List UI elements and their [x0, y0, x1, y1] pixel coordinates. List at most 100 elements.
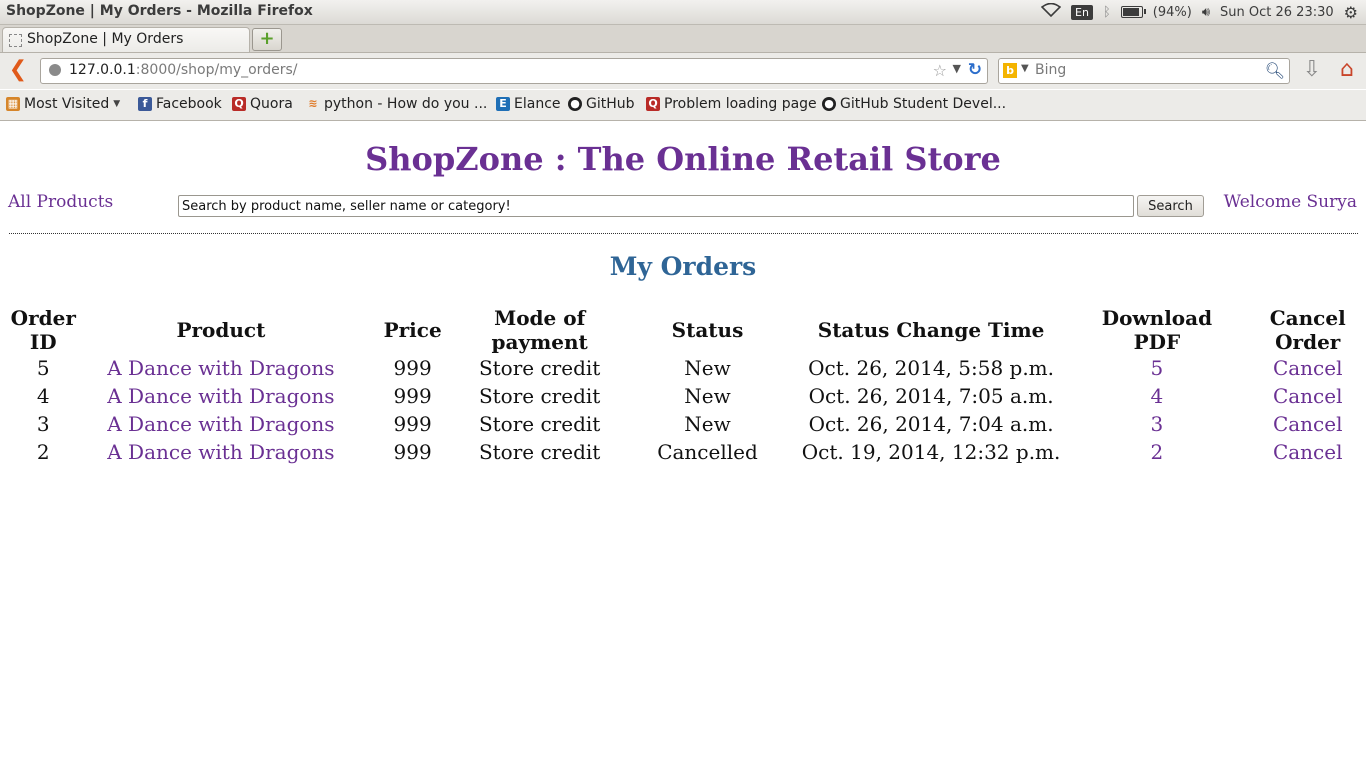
- pdf-cell: 3: [1060, 410, 1253, 438]
- welcome-user-link[interactable]: Welcome Surya: [1224, 192, 1357, 212]
- page-heading: My Orders: [609, 252, 757, 281]
- header-price: Price: [383, 318, 442, 342]
- site-identity-icon[interactable]: [49, 64, 61, 76]
- page-favicon-icon: [9, 34, 22, 47]
- bookmarks-toolbar: ▦ Most Visited ▼ f Facebook Q Quora ≋ python - H…: [0, 90, 1366, 121]
- cancel-order-link[interactable]: Cancel: [1273, 440, 1343, 464]
- back-button[interactable]: ❮: [6, 59, 30, 83]
- search-engine-dropdown-icon[interactable]: ▼: [1021, 63, 1029, 74]
- tab-strip: ShopZone | My Orders +: [0, 25, 1366, 53]
- bookmark-item[interactable]: f Facebook: [138, 96, 222, 112]
- bookmark-item[interactable]: ● GitHub Student Devel...: [822, 96, 1006, 112]
- payment-mode-cell: Store credit: [478, 384, 601, 408]
- payment-mode-cell: Store credit: [478, 412, 601, 436]
- cancel-cell: Cancel: [1253, 354, 1362, 382]
- power-gear-icon[interactable]: ⚙: [1344, 3, 1358, 22]
- url-history-dropdown-icon[interactable]: ▼: [953, 62, 961, 75]
- bing-engine-icon[interactable]: b: [1003, 63, 1017, 78]
- window-titlebar: ShopZone | My Orders - Mozilla Firefox E…: [0, 0, 1366, 25]
- address-bar[interactable]: 127.0.0.1:8000/shop/my_orders/ ☆ ▼ ↻: [40, 58, 988, 84]
- battery-icon[interactable]: [1120, 6, 1146, 18]
- search-icon[interactable]: 🔍︎: [1265, 61, 1285, 80]
- price-cell: 999: [393, 440, 432, 464]
- downloads-button[interactable]: ⇩: [1300, 59, 1324, 83]
- table-row: 4 A Dance with Dragons 999 Store credit …: [4, 382, 1362, 410]
- stackoverflow-icon: ≋: [308, 97, 318, 110]
- facebook-icon: f: [138, 97, 152, 111]
- bookmark-item[interactable]: Q Problem loading page: [646, 96, 817, 112]
- bookmark-item[interactable]: ▦ Most Visited ▼: [6, 96, 120, 112]
- elance-icon: E: [496, 97, 510, 111]
- cancel-cell: Cancel: [1253, 410, 1362, 438]
- home-button[interactable]: ⌂: [1334, 58, 1360, 84]
- download-arrow-icon: ⇩: [1302, 57, 1322, 82]
- orders-table: Order ID Product Price Mode of payment Sta…: [4, 306, 1362, 466]
- url-host: 127.0.0.1: [69, 62, 136, 78]
- bookmark-star-icon[interactable]: ☆: [933, 61, 947, 80]
- download-pdf-link[interactable]: 3: [1151, 412, 1164, 436]
- bookmark-item[interactable]: ≋ python - How do you ...: [306, 96, 487, 112]
- status-cell: New: [684, 412, 731, 436]
- product-search-input[interactable]: [178, 195, 1134, 217]
- clock[interactable]: Sun Oct 26 23:30: [1220, 5, 1334, 20]
- volume-icon[interactable]: 🔊︎: [1202, 5, 1210, 20]
- payment-mode-cell: Store credit: [478, 440, 601, 464]
- github-icon: ●: [822, 97, 836, 111]
- product-link[interactable]: A Dance with Dragons: [107, 356, 334, 380]
- product-link[interactable]: A Dance with Dragons: [107, 384, 334, 408]
- order-id-cell: 2: [36, 440, 50, 464]
- status-cell: Cancelled: [657, 440, 758, 464]
- status-time-cell: Oct. 26, 2014, 7:04 a.m.: [808, 412, 1054, 436]
- bluetooth-icon[interactable]: ᛒ: [1103, 5, 1111, 20]
- bookmark-item[interactable]: E Elance: [496, 96, 561, 112]
- cancel-order-link[interactable]: Cancel: [1273, 412, 1343, 436]
- all-products-link[interactable]: All Products: [8, 192, 113, 212]
- table-row: 2 A Dance with Dragons 999 Store credit …: [4, 438, 1362, 466]
- product-link[interactable]: A Dance with Dragons: [107, 412, 334, 436]
- bookmark-label: Problem loading page: [664, 96, 817, 112]
- download-pdf-link[interactable]: 4: [1151, 384, 1164, 408]
- table-header-row: Order ID Product Price Mode of payment Sta…: [4, 306, 1362, 354]
- download-pdf-link[interactable]: 2: [1151, 440, 1164, 464]
- header-order-id: Order ID: [10, 306, 76, 354]
- product-cell: A Dance with Dragons: [83, 354, 360, 382]
- back-arrow-icon: ❮: [8, 57, 28, 82]
- chevron-down-icon: ▼: [113, 99, 121, 109]
- cancel-order-link[interactable]: Cancel: [1273, 356, 1343, 380]
- product-cell: A Dance with Dragons: [83, 382, 360, 410]
- tab-title: ShopZone | My Orders: [27, 31, 184, 47]
- bookmark-label: GitHub Student Devel...: [840, 96, 1007, 112]
- web-search-placeholder: Bing: [1035, 62, 1067, 78]
- bookmark-item[interactable]: ● GitHub: [568, 96, 635, 112]
- url-path: :8000/shop/my_orders/: [135, 62, 298, 78]
- order-id-cell: 5: [36, 356, 50, 380]
- header-mode-of-payment: Mode of payment: [491, 306, 588, 354]
- site-title: ShopZone : The Online Retail Store: [365, 140, 1001, 178]
- most-visited-icon: ▦: [6, 97, 20, 111]
- bookmark-label: GitHub: [586, 96, 635, 112]
- pdf-cell: 4: [1060, 382, 1253, 410]
- cancel-order-link[interactable]: Cancel: [1273, 384, 1343, 408]
- download-pdf-link[interactable]: 5: [1151, 356, 1164, 380]
- status-time-cell: Oct. 19, 2014, 12:32 p.m.: [801, 440, 1061, 464]
- wifi-icon[interactable]: [1040, 2, 1062, 21]
- search-button[interactable]: Search: [1137, 195, 1204, 217]
- bookmark-item[interactable]: Q Quora: [232, 96, 293, 112]
- new-tab-button[interactable]: +: [252, 28, 282, 51]
- keyboard-language-indicator[interactable]: En: [1071, 4, 1093, 20]
- status-cell: New: [684, 384, 731, 408]
- url-text[interactable]: 127.0.0.1:8000/shop/my_orders/: [69, 62, 297, 78]
- table-row: 5 A Dance with Dragons 999 Store credit …: [4, 354, 1362, 382]
- quora-icon: Q: [232, 97, 246, 111]
- reload-icon[interactable]: ↻: [968, 60, 982, 80]
- web-search-bar[interactable]: b ▼ Bing 🔍︎: [998, 58, 1290, 84]
- header-status-change-time: Status Change Time: [817, 318, 1045, 342]
- browser-tab-active[interactable]: ShopZone | My Orders: [2, 27, 250, 52]
- pdf-cell: 5: [1060, 354, 1253, 382]
- battery-percentage: (94%): [1152, 4, 1192, 20]
- status-cell: New: [684, 356, 731, 380]
- product-link[interactable]: A Dance with Dragons: [107, 440, 334, 464]
- price-cell: 999: [393, 384, 432, 408]
- github-icon: ●: [568, 97, 582, 111]
- order-id-cell: 3: [36, 412, 50, 436]
